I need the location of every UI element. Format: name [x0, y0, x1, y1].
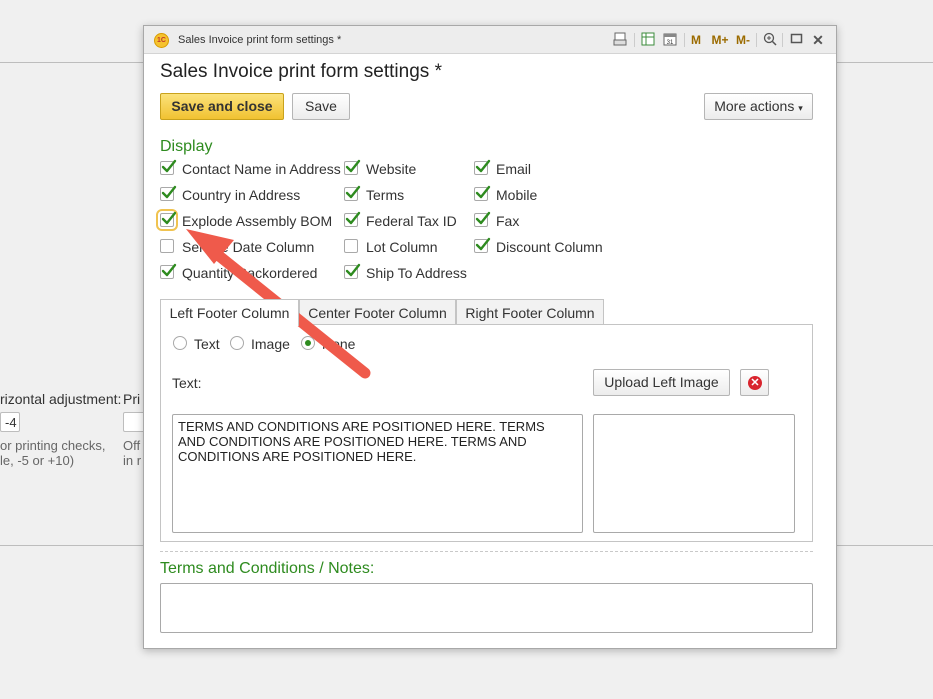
- app-logo-icon: 1C: [154, 33, 169, 48]
- more-actions-button[interactable]: More actions ▾: [704, 93, 813, 120]
- checkmark-icon: [344, 211, 361, 227]
- more-actions-label: More actions: [714, 98, 795, 114]
- checkmark-icon: [344, 159, 361, 175]
- checkbox-label: Service Date Column: [182, 239, 315, 255]
- checkbox-label: Mobile: [496, 187, 538, 203]
- spreadsheet-icon[interactable]: [640, 32, 656, 48]
- calendar-icon[interactable]: 31: [662, 32, 678, 48]
- text-label: Text:: [172, 375, 202, 391]
- memory-icon[interactable]: M: [690, 32, 702, 48]
- print-form-settings-window: 1C Sales Invoice print form settings * 3…: [143, 25, 837, 649]
- print-preview-icon[interactable]: [612, 32, 628, 48]
- save-and-close-button[interactable]: Save and close: [160, 93, 284, 120]
- checkmark-icon: [160, 159, 177, 175]
- checkbox-label: Lot Column: [366, 239, 438, 255]
- chevron-down-icon: ▾: [798, 103, 803, 113]
- section-divider: [160, 551, 813, 552]
- checkmark-icon: [344, 263, 361, 279]
- checkmark-icon: [474, 185, 491, 201]
- zoom-in-icon[interactable]: [762, 32, 778, 48]
- horizontal-adjustment-label: rizontal adjustment:: [0, 391, 122, 407]
- hint2-text-line1: Off: [123, 438, 141, 453]
- radio-circle: [173, 336, 187, 350]
- checkbox-label: Terms: [366, 187, 405, 203]
- tab-right-footer-column[interactable]: Right Footer Column: [456, 299, 604, 325]
- checkmark-icon: [160, 263, 177, 279]
- hint2-text-line2: in r: [123, 453, 142, 468]
- radio-label: Image: [251, 336, 290, 352]
- radio-circle: [230, 336, 244, 350]
- window-titlebar: 1C Sales Invoice print form settings * 3…: [144, 26, 836, 54]
- checkbox-label: Discount Column: [496, 239, 603, 255]
- checkbox-label: Ship To Address: [366, 265, 467, 281]
- checkbox-label: Fax: [496, 213, 520, 229]
- terms-heading: Terms and Conditions / Notes:: [160, 560, 375, 577]
- print-offset-input[interactable]: [123, 412, 145, 432]
- left-footer-text-area[interactable]: TERMS AND CONDITIONS ARE POSITIONED HERE…: [172, 414, 583, 533]
- checkmark-icon: [474, 159, 491, 175]
- maximize-icon[interactable]: [788, 32, 804, 48]
- checkbox-label: Website: [366, 161, 417, 177]
- display-heading: Display: [160, 138, 213, 155]
- print-label: Pri: [123, 391, 141, 407]
- horizontal-adjustment-input[interactable]: -4: [0, 412, 20, 432]
- checkbox-label: Email: [496, 161, 532, 177]
- radio-circle-selected: [301, 336, 315, 350]
- checkmark-icon: [474, 237, 491, 253]
- toolbar-separator: [756, 33, 757, 47]
- checkbox-label: Federal Tax ID: [366, 213, 457, 229]
- tab-left-footer-column[interactable]: Left Footer Column: [160, 299, 299, 326]
- save-button[interactable]: Save: [292, 93, 350, 120]
- toolbar-separator: [782, 33, 783, 47]
- tab-center-footer-column[interactable]: Center Footer Column: [299, 299, 456, 325]
- left-footer-panel: Text Image None Text: Upload Left Image …: [160, 324, 813, 542]
- window-title: Sales Invoice print form settings *: [178, 34, 342, 46]
- memory-plus-icon[interactable]: M+: [710, 32, 730, 48]
- upload-left-image-button[interactable]: Upload Left Image: [593, 369, 730, 396]
- checkbox-label: Explode Assembly BOM: [182, 213, 333, 229]
- checkbox-label: Contact Name in Address: [182, 161, 341, 177]
- checkmark-icon: [474, 211, 491, 227]
- hint-text-line2: le, -5 or +10): [0, 453, 75, 468]
- hint-text-line1: or printing checks,: [0, 438, 106, 453]
- close-icon[interactable]: ✕: [811, 32, 825, 48]
- terms-notes-textarea[interactable]: [160, 583, 813, 633]
- memory-minus-icon[interactable]: M-: [734, 32, 752, 48]
- radio-label: Text: [194, 336, 220, 352]
- checkbox-label: Country in Address: [182, 187, 301, 203]
- svg-text:31: 31: [667, 40, 674, 46]
- checkmark-icon: [160, 185, 177, 201]
- checkmark-icon: [344, 185, 361, 201]
- checkbox-empty: [344, 239, 358, 253]
- checkbox-label: Quantity Backordered: [182, 265, 318, 281]
- toolbar-separator: [634, 33, 635, 47]
- delete-icon: ✕: [748, 376, 762, 390]
- checkbox-empty: [160, 239, 174, 253]
- checkmark-icon: [156, 209, 178, 231]
- radio-label: None: [322, 336, 356, 352]
- delete-image-button[interactable]: ✕: [740, 369, 769, 396]
- form-title: Sales Invoice print form settings *: [160, 61, 442, 82]
- left-image-preview[interactable]: [593, 414, 795, 533]
- toolbar-separator: [684, 33, 685, 47]
